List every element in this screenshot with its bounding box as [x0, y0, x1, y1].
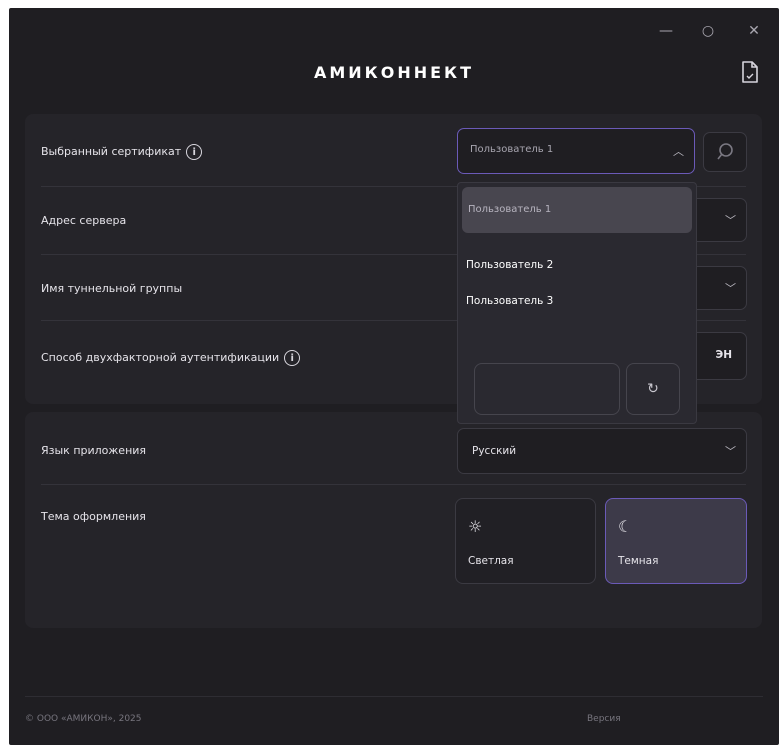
refresh-icon: ↻ [647, 381, 659, 397]
certificate-row: Выбранный сертификат i Пользователь 1 ︿ [25, 114, 762, 186]
certificate-select[interactable]: Пользователь 1 ︿ [457, 128, 695, 174]
server-address-label: Адрес сервера [41, 214, 127, 227]
appearance-card: Язык приложения Русский ﹀ Тема оформлени… [25, 412, 762, 628]
document-icon[interactable] [739, 60, 761, 84]
info-icon[interactable]: i [186, 144, 203, 160]
theme-light-label: Светлая [468, 555, 514, 567]
chevron-down-icon: ﹀ [725, 214, 736, 227]
certificate-select-value: Пользователь 1 [470, 144, 554, 155]
dropdown-input[interactable] [474, 363, 620, 415]
chevron-down-icon: ﹀ [725, 282, 736, 295]
certificate-dropdown: Пользователь 1 Пользователь 2 Пользовате… [457, 182, 697, 424]
theme-light-button[interactable]: ☼ Светлая [455, 498, 596, 584]
refresh-button[interactable]: ↻ [626, 363, 680, 415]
moon-icon: ☾ [618, 517, 633, 536]
sun-icon: ☼ [468, 517, 483, 536]
chevron-down-icon: ﹀ [725, 445, 736, 458]
footer-copyright: © ООО «АМИКОН», 2025 [25, 714, 142, 724]
search-certificate-button[interactable] [703, 132, 747, 172]
close-button[interactable]: ✕ [745, 22, 763, 40]
chevron-up-icon: ︿ [673, 145, 684, 158]
minimize-button[interactable]: — [657, 22, 675, 40]
theme-dark-button[interactable]: ☾ Темная [605, 498, 747, 584]
two-factor-label: Способ двухфакторной аутентификации [41, 351, 280, 364]
dropdown-option-user-1[interactable]: Пользователь 1 [462, 187, 692, 233]
language-select-value: Русский [472, 445, 517, 457]
footer-divider [25, 696, 763, 697]
search-icon [717, 143, 733, 160]
language-label: Язык приложения [41, 444, 147, 457]
theme-label: Тема оформления [41, 510, 146, 523]
info-icon[interactable]: i [284, 350, 301, 366]
tunnel-group-label: Имя туннельной группы [41, 282, 183, 295]
dropdown-option-user-2[interactable]: Пользователь 2 [466, 259, 553, 271]
dropdown-option-user-3[interactable]: Пользователь 3 [466, 295, 553, 307]
app-title: АМИКОННЕКТ [313, 63, 475, 82]
language-select[interactable]: Русский ﹀ [457, 428, 747, 474]
theme-dark-label: Темная [618, 555, 659, 567]
certificate-label: Выбранный сертификат [41, 145, 182, 158]
theme-row: Тема оформления ☼ Светлая ☾ Темная [25, 484, 762, 624]
maximize-button[interactable]: ○ [699, 22, 717, 40]
two-factor-value: ЭН [715, 349, 733, 361]
app-window: — ○ ✕ АМИКОННЕКТ Выбранный сертификат i П… [9, 8, 779, 745]
footer-version: Версия [587, 714, 621, 724]
